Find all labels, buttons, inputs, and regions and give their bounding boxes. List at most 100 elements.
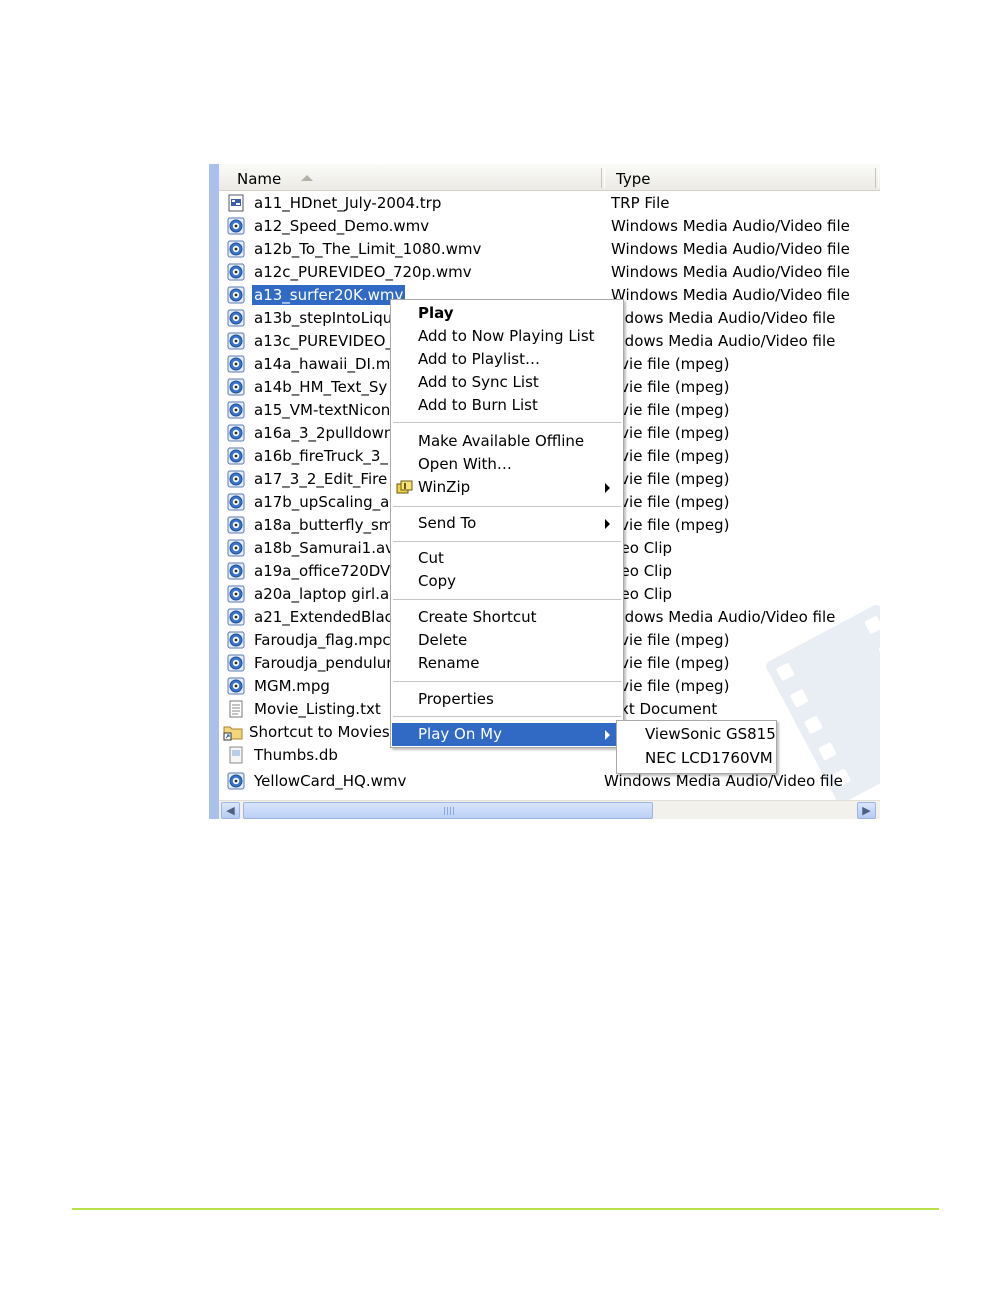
file-type: ext Document xyxy=(611,700,718,718)
file-type: TRP File xyxy=(611,194,670,212)
file-type: ovie file (mpeg) xyxy=(611,654,730,672)
submenu-arrow-icon xyxy=(605,730,610,740)
media-file-icon xyxy=(227,401,245,419)
media-file-icon xyxy=(227,240,245,258)
file-row[interactable]: YellowCard_HQ.wmv Windows Media Audio/Vid… xyxy=(209,770,880,792)
file-name[interactable]: a16a_3_2pulldown xyxy=(252,423,395,443)
file-name[interactable]: a16b_fireTruck_3_ xyxy=(252,446,390,466)
media-file-icon xyxy=(227,309,245,327)
play-on-submenu: ViewSonic GS815 NEC LCD1760VM xyxy=(616,720,777,774)
file-type: ovie file (mpeg) xyxy=(611,447,730,465)
media-file-icon xyxy=(227,562,245,580)
menu-item-winzip[interactable]: WinZip xyxy=(392,476,622,499)
file-type: ovie file (mpeg) xyxy=(611,401,730,419)
file-name[interactable]: a20a_laptop girl.a xyxy=(252,584,391,604)
media-file-icon xyxy=(227,470,245,488)
scrollbar-thumb[interactable] xyxy=(243,802,653,819)
file-type: ovie file (mpeg) xyxy=(611,424,730,442)
name-column-header[interactable]: Name xyxy=(237,170,281,188)
menu-item-rename[interactable]: Rename xyxy=(392,652,622,675)
media-file-icon xyxy=(227,516,245,534)
menu-item-properties[interactable]: Properties xyxy=(392,688,622,711)
submenu-item-viewsonic[interactable]: ViewSonic GS815 xyxy=(645,725,776,743)
media-file-icon xyxy=(227,608,245,626)
file-name[interactable]: Movie_Listing.txt xyxy=(252,699,383,719)
file-name[interactable]: a19a_office720DV xyxy=(252,561,392,581)
menu-item-add-to-burn[interactable]: Add to Burn List xyxy=(392,394,622,417)
file-name[interactable]: a17b_upScaling_ar xyxy=(252,492,398,512)
file-type: Windows Media Audio/Video file xyxy=(611,240,850,258)
media-file-icon xyxy=(227,424,245,442)
column-header: Name Type xyxy=(219,164,880,191)
file-name[interactable]: a21_ExtendedBlac xyxy=(252,607,395,627)
media-file-icon xyxy=(227,539,245,557)
file-type: Windows Media Audio/Video file xyxy=(611,263,850,281)
menu-item-copy[interactable]: Copy xyxy=(392,570,622,593)
menu-item-add-to-now-playing[interactable]: Add to Now Playing List xyxy=(392,325,622,348)
file-name[interactable]: a13c_PUREVIDEO_ xyxy=(252,331,395,351)
menu-item-create-shortcut[interactable]: Create Shortcut xyxy=(392,606,622,629)
file-name[interactable]: a18b_Samurai1.av xyxy=(252,538,396,558)
media-file-icon xyxy=(227,263,245,281)
submenu-arrow-icon xyxy=(605,519,610,529)
file-type: ovie file (mpeg) xyxy=(611,355,730,373)
file-name[interactable]: a13b_stepIntoLiqu xyxy=(252,308,394,328)
file-name[interactable]: Thumbs.db xyxy=(252,745,340,765)
file-name[interactable]: Shortcut to Movies xyxy=(247,722,392,742)
file-row[interactable]: a12c_PUREVIDEO_720p.wmv Windows Media Aud… xyxy=(209,261,880,283)
file-name[interactable]: MGM.mpg xyxy=(252,676,332,696)
menu-separator xyxy=(393,506,621,507)
column-divider[interactable] xyxy=(875,168,879,188)
file-name[interactable]: a14a_hawaii_DI.m xyxy=(252,354,392,374)
media-file-icon xyxy=(227,772,245,790)
file-type: indows Media Audio/Video file xyxy=(611,332,836,350)
media-file-icon xyxy=(227,493,245,511)
file-row[interactable]: a11_HDnet_July-2004.trp TRP File xyxy=(209,192,880,214)
file-name[interactable]: a13_surfer20K.wmv xyxy=(252,285,406,305)
file-name[interactable]: Faroudja_flag.mpc xyxy=(252,630,393,650)
menu-item-add-to-playlist[interactable]: Add to Playlist… xyxy=(392,348,622,371)
media-file-icon xyxy=(227,631,245,649)
file-name[interactable]: a17_3_2_Edit_Fire xyxy=(252,469,389,489)
menu-item-play-on-my[interactable]: Play On My xyxy=(392,723,622,746)
media-file-icon xyxy=(227,332,245,350)
menu-item-cut[interactable]: Cut xyxy=(392,547,622,570)
menu-item-add-to-sync[interactable]: Add to Sync List xyxy=(392,371,622,394)
folder-shortcut-icon xyxy=(223,723,243,741)
menu-item-play[interactable]: Play xyxy=(392,302,622,325)
file-type: Windows Media Audio/Video file xyxy=(611,217,850,235)
file-type: indows Media Audio/Video file xyxy=(611,608,836,626)
menu-item-open-with[interactable]: Open With… xyxy=(392,453,622,476)
scroll-right-button[interactable]: ▶ xyxy=(857,802,876,819)
scroll-left-button[interactable]: ◀ xyxy=(221,802,240,819)
menu-item-delete[interactable]: Delete xyxy=(392,629,622,652)
file-name[interactable]: a11_HDnet_July-2004.trp xyxy=(252,193,443,213)
file-name[interactable]: a12b_To_The_Limit_1080.wmv xyxy=(252,239,483,259)
menu-separator xyxy=(393,422,621,423)
file-name[interactable]: YellowCard_HQ.wmv xyxy=(252,771,408,791)
submenu-arrow-icon xyxy=(605,483,610,493)
file-row[interactable]: a12_Speed_Demo.wmv Windows Media Audio/Vi… xyxy=(209,215,880,237)
text-file-icon xyxy=(227,700,245,718)
file-name[interactable]: a12c_PUREVIDEO_720p.wmv xyxy=(252,262,474,282)
file-row[interactable]: a12b_To_The_Limit_1080.wmv Windows Media … xyxy=(209,238,880,260)
file-name[interactable]: a15_VM-textNicon xyxy=(252,400,392,420)
file-name[interactable]: a12_Speed_Demo.wmv xyxy=(252,216,431,236)
file-name[interactable]: a14b_HM_Text_Sy xyxy=(252,377,389,397)
file-name[interactable]: Faroudja_pendulur xyxy=(252,653,394,673)
menu-item-send-to[interactable]: Send To xyxy=(392,512,622,535)
horizontal-scrollbar[interactable]: ◀ ▶ xyxy=(219,800,880,819)
menu-separator xyxy=(393,541,621,542)
trp-file-icon xyxy=(227,194,245,212)
media-file-icon xyxy=(227,447,245,465)
menu-item-make-available-offline[interactable]: Make Available Offline xyxy=(392,430,622,453)
file-type: ovie file (mpeg) xyxy=(611,470,730,488)
winzip-icon xyxy=(396,479,414,496)
footer-rule xyxy=(72,1208,939,1210)
type-column-header[interactable]: Type xyxy=(616,170,650,188)
file-type: ovie file (mpeg) xyxy=(611,631,730,649)
submenu-item-nec[interactable]: NEC LCD1760VM xyxy=(645,749,773,767)
column-divider[interactable] xyxy=(601,168,605,188)
file-type: ovie file (mpeg) xyxy=(611,493,730,511)
file-name[interactable]: a18a_butterfly_sm xyxy=(252,515,395,535)
